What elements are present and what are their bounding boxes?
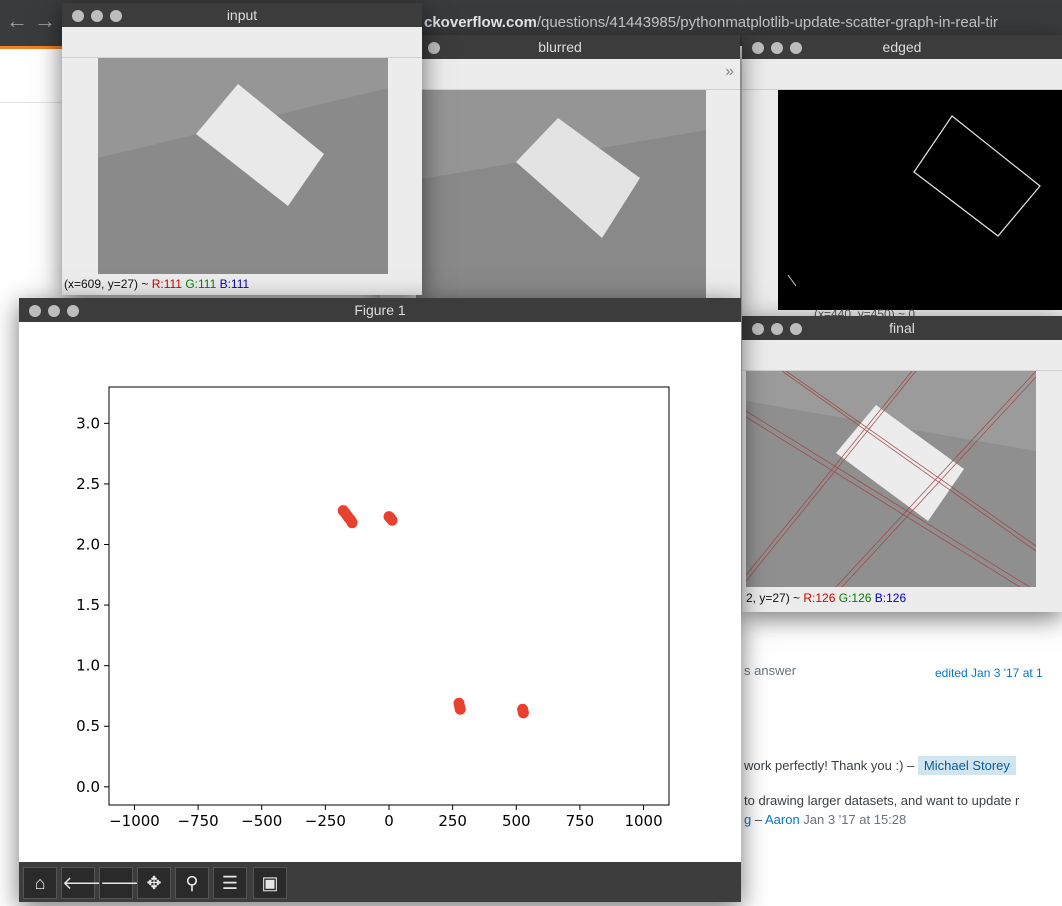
page-accent-bar bbox=[0, 46, 70, 49]
blurred-image bbox=[416, 90, 706, 300]
x-tick-label: 500 bbox=[502, 812, 531, 830]
final-window: final 2, y=27) ~ R:126 G:126 B:126 bbox=[742, 316, 1062, 612]
forward-arrow-icon[interactable]: 🡒 bbox=[99, 867, 148, 899]
data-point bbox=[517, 707, 529, 719]
comment-text-2: to drawing larger datasets, and want to … bbox=[744, 793, 1020, 808]
red-value: R:111 bbox=[151, 277, 182, 291]
answer-label: s answer bbox=[744, 663, 797, 678]
save-icon[interactable]: ▣ bbox=[253, 867, 287, 899]
window-title: Figure 1 bbox=[354, 302, 406, 318]
x-tick-label: −750 bbox=[177, 812, 218, 830]
window-title: input bbox=[226, 7, 258, 23]
toolbar-strip bbox=[742, 59, 1062, 90]
titlebar[interactable]: input bbox=[62, 3, 422, 27]
plot-frame bbox=[108, 386, 670, 806]
edited-link[interactable]: edited Jan 3 '17 at 1 bbox=[935, 666, 1043, 680]
edged-window: edged (x=440, y=450) ~ 0 bbox=[742, 35, 1062, 320]
y-tick-label: 0.0 bbox=[76, 778, 100, 796]
status-readout: (x=609, y=27) ~ R:111 G:111 B:111 bbox=[64, 277, 249, 291]
y-tick-label: 0.5 bbox=[76, 717, 100, 735]
url-path: /questions/41443985/pythonmatplotlib-upd… bbox=[536, 14, 998, 31]
cursor-coords: 2, y=27) ~ bbox=[746, 591, 804, 605]
titlebar[interactable]: blurred bbox=[380, 35, 740, 59]
subplots-config-icon[interactable]: ☰ bbox=[213, 867, 247, 899]
address-bar[interactable]: ckoverflow.com/questions/41443985/python… bbox=[424, 14, 998, 31]
titlebar[interactable]: final bbox=[742, 316, 1062, 340]
y-tick-label: 1.0 bbox=[76, 657, 100, 675]
red-value: R:126 bbox=[803, 591, 836, 605]
data-point bbox=[454, 703, 466, 715]
figure-toolbar: ⌂ 🡐 🡒 ✥ ⚲ ☰ ▣ bbox=[19, 862, 741, 902]
page-header-strip bbox=[0, 46, 70, 103]
status-readout: 2, y=27) ~ R:126 G:126 B:126 bbox=[746, 591, 906, 605]
data-point bbox=[386, 514, 398, 526]
back-arrow-icon[interactable]: 🡐 bbox=[61, 867, 110, 899]
edged-image bbox=[778, 90, 1062, 310]
comment-text: work perfectly! Thank you :) – Michael S… bbox=[744, 756, 1016, 775]
titlebar[interactable]: Figure 1 bbox=[19, 298, 741, 322]
home-icon[interactable]: ⌂ bbox=[23, 867, 57, 899]
zoom-icon[interactable]: ⚲ bbox=[175, 867, 209, 899]
comment-meta: g – Aaron Jan 3 '17 at 15:28 bbox=[744, 812, 906, 827]
y-tick-label: 3.0 bbox=[76, 414, 100, 432]
url-domain: ckoverflow.com bbox=[424, 14, 537, 31]
chevron-icon[interactable]: » bbox=[725, 63, 734, 81]
x-tick-label: 0 bbox=[384, 812, 394, 830]
green-value: G:111 bbox=[185, 277, 217, 291]
data-point bbox=[346, 517, 358, 529]
toolbar-strip: » bbox=[380, 59, 740, 90]
comment-separator: – bbox=[751, 812, 765, 827]
figure-window: Figure 1 −1000 −750 −500 −250 0 250 500 750 1000… bbox=[19, 298, 741, 902]
scatter-chart: −1000 −750 −500 −250 0 250 500 750 1000 0.0 0.5 1.0… bbox=[76, 386, 670, 830]
titlebar[interactable]: edged bbox=[742, 35, 1062, 59]
x-tick-label: 750 bbox=[566, 812, 595, 830]
pan-icon[interactable]: ✥ bbox=[137, 867, 171, 899]
blue-value: B:126 bbox=[874, 591, 907, 605]
x-tick-label: −500 bbox=[241, 812, 282, 830]
blurred-window: blurred » bbox=[380, 35, 740, 300]
green-value: G:126 bbox=[838, 591, 872, 605]
edge-outline bbox=[787, 115, 1041, 287]
figure-canvas: −1000 −750 −500 −250 0 250 500 750 1000 0.0 0.5 1.0… bbox=[19, 322, 741, 862]
browser-forward-icon[interactable]: → bbox=[30, 6, 60, 36]
cursor-coords: (x=609, y=27) ~ bbox=[64, 277, 152, 291]
comment-user-link-2[interactable]: Aaron bbox=[765, 812, 800, 827]
toolbar-strip bbox=[62, 27, 422, 58]
input-image bbox=[98, 58, 388, 274]
y-tick-label: 2.5 bbox=[76, 475, 100, 493]
x-tick-label: −250 bbox=[305, 812, 346, 830]
window-title: edged bbox=[882, 39, 922, 55]
final-photo bbox=[746, 371, 1036, 587]
toolbar-strip bbox=[742, 340, 1062, 371]
comment-user-link[interactable]: Michael Storey bbox=[917, 756, 1016, 775]
blue-value: B:111 bbox=[219, 277, 250, 291]
input-window: input (x=609, y=27) ~ R:111 G:111 B:111 bbox=[62, 3, 422, 295]
y-tick-label: 2.0 bbox=[76, 536, 100, 554]
x-tick-label: −1000 bbox=[109, 812, 160, 830]
browser-back-icon[interactable]: ← bbox=[2, 6, 32, 36]
input-photo bbox=[98, 58, 388, 274]
final-image bbox=[746, 371, 1036, 587]
y-tick-label: 1.5 bbox=[76, 596, 100, 614]
window-title: blurred bbox=[538, 39, 582, 55]
comment-body: work perfectly! Thank you :) – bbox=[744, 758, 915, 773]
window-title: final bbox=[889, 320, 915, 336]
x-tick-label: 1000 bbox=[624, 812, 662, 830]
blurred-photo bbox=[416, 90, 706, 300]
comment-time: Jan 3 '17 at 15:28 bbox=[799, 812, 907, 827]
x-tick-label: 250 bbox=[438, 812, 467, 830]
